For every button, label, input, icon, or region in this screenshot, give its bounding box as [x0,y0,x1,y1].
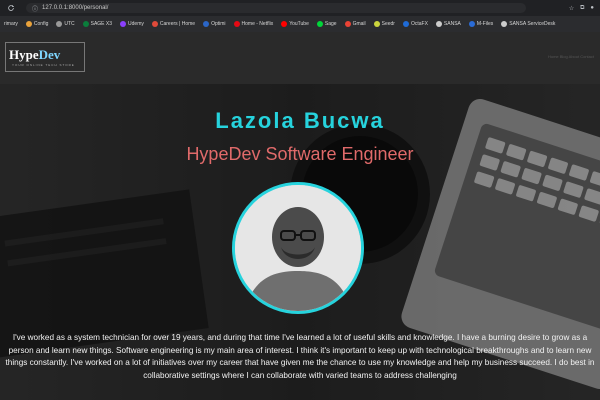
bookmark-item[interactable]: OctaFX [402,21,428,27]
browser-top-bar: ⓘ 127.0.0.1:8000/personal/ ☆ ⧉ ● [0,0,600,16]
site-header: HypeDev YOUR ONLINE TECH STORE Home Blog… [0,32,600,84]
header-nav-links[interactable]: Home Blog About Contact [548,54,594,59]
logo-tagline: YOUR ONLINE TECH STORE [12,63,75,67]
bookmark-item[interactable]: SAGE X3 [82,21,112,27]
profile-icon[interactable]: ● [590,5,594,11]
octafx-icon [402,21,409,27]
bookmarks-bar: rimary Config UTC SAGE X3 Udemy Careers … [0,16,600,32]
profile-avatar [232,182,364,314]
bookmark-item[interactable]: Careers | Home [151,21,195,27]
hero-section: Lazola Bucwa HypeDev Software Engineer I… [0,84,600,400]
mfiles-icon [468,21,475,27]
youtube-icon [281,21,288,27]
folder-icon [25,21,32,27]
optimi-icon [203,21,210,27]
info-icon: ⓘ [32,6,39,13]
netflix-icon [233,21,240,27]
profile-role: HypeDev Software Engineer [186,144,414,164]
bookmark-item[interactable]: Udemy [120,21,144,27]
logo[interactable]: HypeDev YOUR ONLINE TECH STORE [5,42,85,72]
bookmark-item[interactable]: UTC [56,21,75,27]
bookmark-item[interactable]: Sage [316,21,337,27]
bookmark-item[interactable]: Seedr [373,21,395,27]
bookmark-item[interactable]: M-Files [468,21,493,27]
bookmark-item[interactable]: Gmail [344,21,366,27]
sage-icon [316,21,323,27]
refresh-icon[interactable] [6,3,16,13]
star-icon[interactable]: ☆ [569,5,574,12]
bookmark-item[interactable]: SANSA ServiceDesk [501,21,555,27]
person-photo [235,185,361,311]
seedr-icon [373,21,380,27]
profile-bio: I've worked as a system technician for o… [5,333,595,380]
bookmark-item[interactable]: SANSA [435,21,461,27]
udemy-icon [120,21,127,27]
careers-icon [151,21,158,27]
bookmark-item[interactable]: Config [25,21,48,27]
gmail-icon [344,21,351,27]
profile-name: Lazola Bucwa [215,108,385,133]
sansa-icon [435,21,442,27]
sansa-icon [501,21,508,27]
bookmark-item[interactable]: YouTube [281,21,309,27]
globe-icon [56,21,63,27]
bookmark-item[interactable]: rimary [4,21,18,27]
logo-text: HypeDev [9,47,61,62]
extensions-icon[interactable]: ⧉ [580,5,584,12]
address-bar[interactable]: ⓘ 127.0.0.1:8000/personal/ [26,3,526,13]
bookmark-item[interactable]: Optimi [203,21,226,27]
url-text: 127.0.0.1:8000/personal/ [42,5,109,11]
sage-icon [82,21,89,27]
toolbar-icons: ☆ ⧉ ● [569,5,594,12]
bookmark-item[interactable]: Home - Netflix [233,21,273,27]
